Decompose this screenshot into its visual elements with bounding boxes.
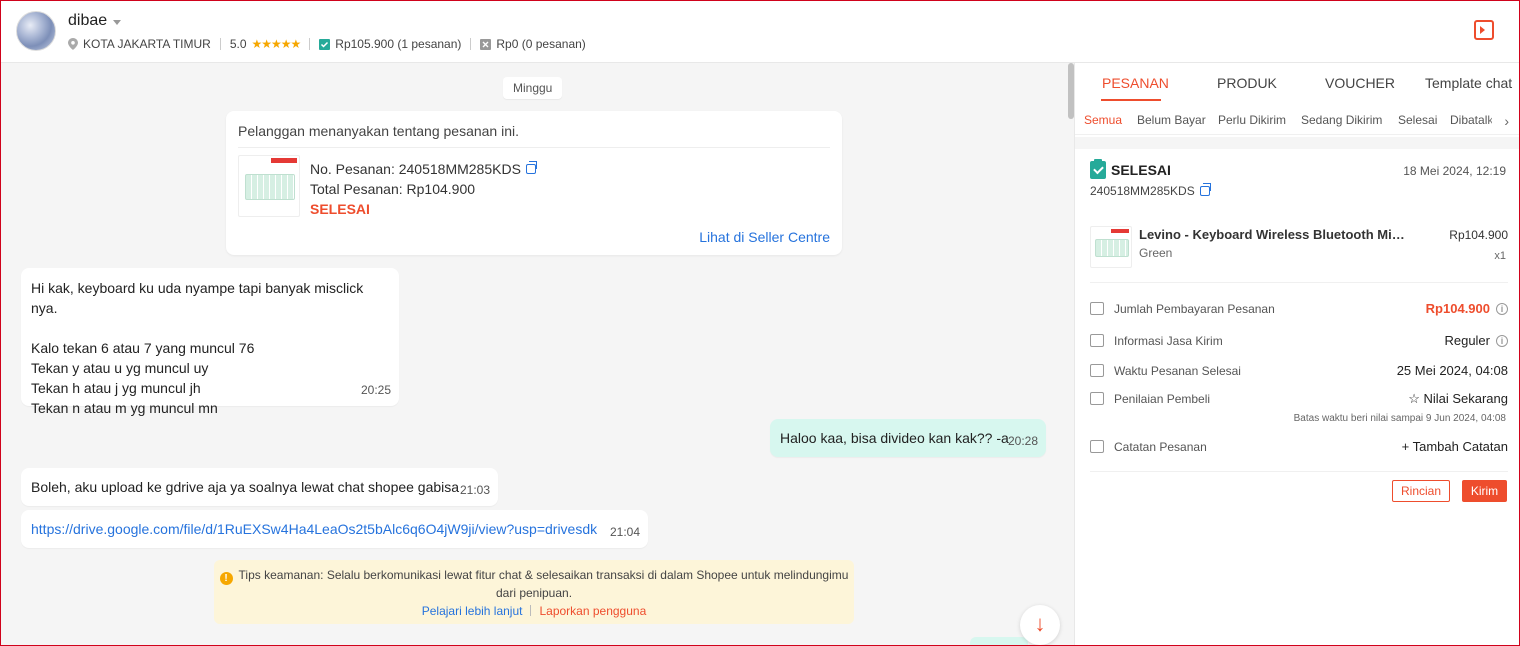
security-tips-banner: ! Tips keamanan: Selalu berkomunikasi lew… <box>214 560 854 624</box>
unpaid-order-icon <box>480 39 492 50</box>
copy-icon[interactable] <box>525 161 537 174</box>
order-number: No. Pesanan: 240518MM285KDS <box>310 161 521 177</box>
message-time: 21:03 <box>459 483 490 497</box>
order-product[interactable]: Levino - Keyboard Wireless Bluetooth Min… <box>1090 223 1508 283</box>
order-side-panel: PESANAN PRODUK VOUCHER Template chat Sem… <box>1074 63 1520 646</box>
message-bubble: https://drive.google.com/file/d/1RuEXSw4… <box>21 510 648 548</box>
message-bubble-seller: Haloo kaa, bisa divideo kan kak?? -a 20:… <box>770 419 1046 457</box>
payment-label: Jumlah Pembayaran Pesanan <box>1114 302 1275 316</box>
shipping-label: Informasi Jasa Kirim <box>1114 334 1223 348</box>
completed-time-row: Waktu Pesanan Selesai 25 Mei 2024, 04:08 <box>1090 363 1508 383</box>
note-label: Catatan Pesanan <box>1114 440 1207 454</box>
order-date: 18 Mei 2024, 12:19 <box>1403 164 1506 178</box>
filter-semua[interactable]: Semua <box>1084 113 1122 127</box>
completed-order-icon <box>1090 159 1106 179</box>
info-icon[interactable]: i <box>1496 302 1508 315</box>
completed-label: Waktu Pesanan Selesai <box>1114 364 1241 378</box>
order-status-header: SELESAI <box>1090 159 1171 179</box>
order-note-row: Catatan Pesanan + Tambah Catatan <box>1090 439 1508 459</box>
shipping-value: Reguler <box>1444 333 1490 348</box>
product-name: Levino - Keyboard Wireless Bluetooth Min… <box>1139 227 1409 242</box>
message-bubble: Hi kak, keyboard ku uda nyampe tapi bany… <box>21 268 399 416</box>
payment-row: Jumlah Pembayaran Pesanan Rp104.900 i <box>1090 301 1508 321</box>
buyer-rating: 5.0 <box>229 37 247 51</box>
tab-produk[interactable]: PRODUK <box>1217 75 1277 91</box>
order-card-title: Pelanggan menanyakan tentang pesanan ini… <box>238 123 519 139</box>
rate-now-link[interactable]: ☆ Nilai Sekarang <box>1408 391 1508 407</box>
product-thumbnail <box>238 155 300 217</box>
completed-value: 25 Mei 2024, 04:08 <box>1396 363 1508 378</box>
scroll-down-button[interactable]: ↓ <box>1020 605 1060 645</box>
chevron-down-icon <box>113 19 122 25</box>
learn-more-link[interactable]: Pelajari lebih lanjut <box>422 604 523 618</box>
order-status-label: SELESAI <box>1111 162 1171 178</box>
location-pin-icon <box>68 38 78 50</box>
message-text: Boleh, aku upload ke gdrive aja ya soaln… <box>31 479 460 495</box>
copy-icon[interactable] <box>1199 183 1211 196</box>
filter-selesai[interactable]: Selesai <box>1398 113 1437 127</box>
report-user-link[interactable]: Laporkan pengguna <box>539 604 646 618</box>
chevron-right-icon[interactable]: › <box>1504 113 1509 129</box>
message-time: 20:25 <box>360 383 391 397</box>
message-bubble: Boleh, aku upload ke gdrive aja ya soaln… <box>21 468 498 506</box>
chat-conversation[interactable]: Minggu Pelanggan menanyakan tentang pesa… <box>0 63 1074 646</box>
message-time: 21:04 <box>609 525 640 539</box>
shipping-row: Informasi Jasa Kirim Reguler i <box>1090 333 1508 353</box>
message-link[interactable]: https://drive.google.com/file/d/1RuEXSw4… <box>31 519 638 539</box>
product-qty: x1 <box>1494 250 1506 262</box>
info-icon[interactable]: i <box>1496 334 1508 347</box>
payment-value: Rp104.900 <box>1425 301 1490 316</box>
seller-centre-link[interactable]: Lihat di Seller Centre <box>699 229 830 245</box>
avatar[interactable] <box>16 11 56 51</box>
review-label: Penilaian Pembeli <box>1114 392 1211 406</box>
panel-tabs: PESANAN PRODUK VOUCHER Template chat <box>1075 63 1520 103</box>
order-inquiry-card: Pelanggan menanyakan tentang pesanan ini… <box>226 111 842 255</box>
paid-orders-summary: Rp105.900 (1 pesanan) <box>335 37 462 51</box>
order-total: Total Pesanan: Rp104.900 <box>310 181 476 197</box>
details-button[interactable]: Rincian <box>1392 480 1450 502</box>
warning-icon: ! <box>219 572 233 585</box>
product-thumbnail <box>1090 226 1132 268</box>
message-time: 20:28 <box>1007 434 1038 448</box>
star-rating-icon: ★★★★★ <box>251 37 302 51</box>
tab-voucher[interactable]: VOUCHER <box>1325 75 1395 91</box>
note-icon <box>1090 440 1104 453</box>
toggle-sidebar-icon[interactable] <box>1474 20 1494 40</box>
wallet-icon <box>1090 302 1104 315</box>
order-status-filters: Semua Belum Bayar Perlu Dikirim Sedang D… <box>1075 105 1520 135</box>
tab-template-chat[interactable]: Template chat <box>1425 75 1512 91</box>
chat-header: dibae KOTA JAKARTA TIMUR 5.0 ★★★★★ Rp105… <box>0 0 1520 63</box>
order-id: 240518MM285KDS <box>1090 184 1195 198</box>
truck-icon <box>1090 334 1104 347</box>
product-price: Rp104.900 <box>1449 228 1508 242</box>
calendar-icon <box>1090 364 1104 377</box>
add-note-link[interactable]: + Tambah Catatan <box>1402 439 1508 454</box>
product-variant: Green <box>1139 246 1173 260</box>
message-bubble-partial <box>970 637 1028 646</box>
filter-belum-bayar[interactable]: Belum Bayar <box>1137 113 1206 127</box>
filter-perlu-dikirim[interactable]: Perlu Dikirim <box>1218 113 1286 127</box>
buyer-meta: KOTA JAKARTA TIMUR 5.0 ★★★★★ Rp105.900 (… <box>68 37 586 51</box>
filter-sedang-dikirim[interactable]: Sedang Dikirim <box>1301 113 1382 127</box>
tab-pesanan[interactable]: PESANAN <box>1102 75 1169 91</box>
unpaid-orders-summary: Rp0 (0 pesanan) <box>496 37 586 51</box>
buyer-location: KOTA JAKARTA TIMUR <box>83 37 211 51</box>
review-deadline: Batas waktu beri nilai sampai 9 Jun 2024… <box>1293 413 1506 424</box>
order-status: SELESAI <box>310 201 370 217</box>
review-row: Penilaian Pembeli ☆ Nilai Sekarang <box>1090 391 1508 411</box>
tips-text: Tips keamanan: Selalu berkomunikasi lewa… <box>238 568 849 600</box>
paid-order-icon <box>319 39 331 50</box>
filter-dibatalkan[interactable]: Dibatalkan <box>1450 113 1492 127</box>
send-order-button[interactable]: Kirim <box>1462 480 1507 502</box>
buyer-name: dibae <box>68 12 108 29</box>
day-separator: Minggu <box>503 77 563 99</box>
message-text: Hi kak, keyboard ku uda nyampe tapi bany… <box>31 280 364 416</box>
buyer-name-dropdown[interactable]: dibae <box>68 12 122 30</box>
message-text: Haloo kaa, bisa divideo kan kak?? -a <box>780 430 1009 446</box>
star-box-icon <box>1090 392 1104 405</box>
